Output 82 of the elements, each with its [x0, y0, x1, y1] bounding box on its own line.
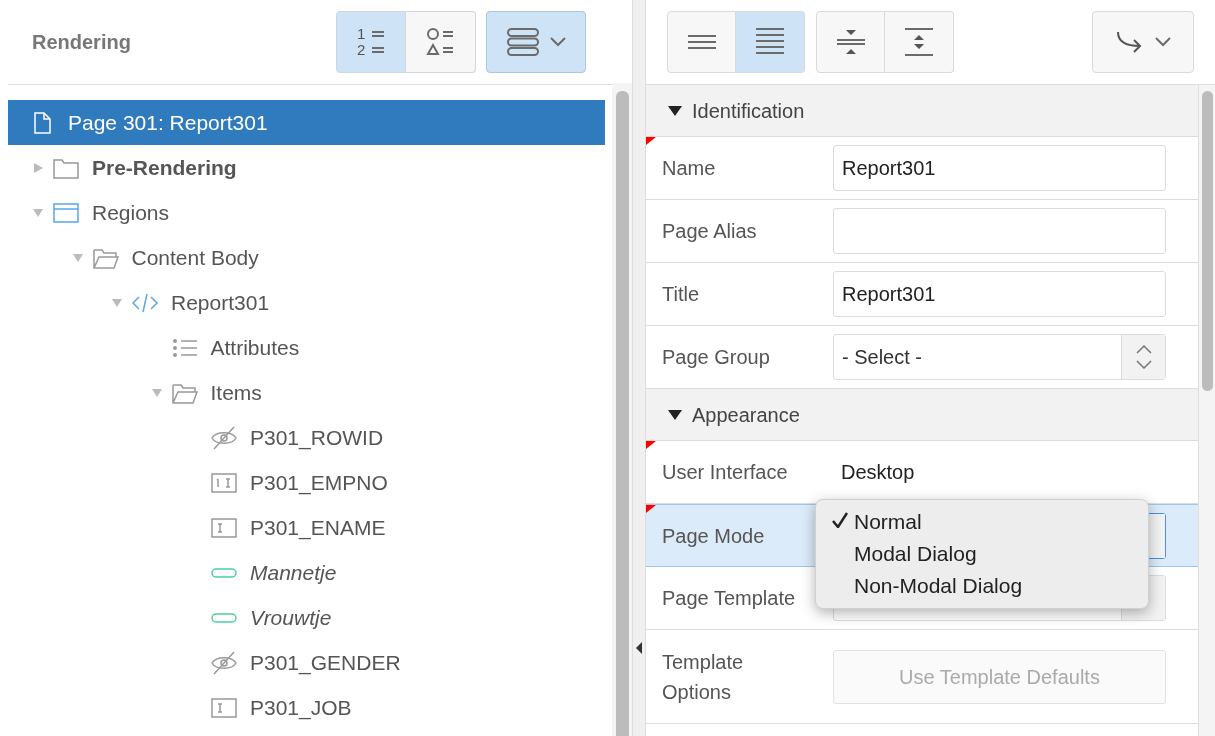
property-label: Page Group: [662, 345, 771, 370]
go-to-button[interactable]: [1092, 11, 1194, 73]
text-field-icon: [210, 695, 238, 720]
tree-label: Pre-Rendering: [92, 154, 237, 181]
property-label: Page Template: [662, 586, 797, 611]
scrollbar-thumb[interactable]: [1201, 91, 1213, 391]
select-field[interactable]: - Select -: [833, 334, 1166, 380]
property-label: Page Mode: [662, 523, 766, 549]
caret-down-icon[interactable]: [111, 296, 123, 309]
caret-right-icon[interactable]: [32, 161, 44, 174]
text-field[interactable]: Report301: [833, 271, 1166, 317]
lines-icon: [685, 32, 718, 52]
up-down-caret-icon: [1135, 345, 1152, 369]
toolbar-button[interactable]: [736, 11, 805, 73]
stack-icon: [506, 26, 540, 58]
tree-item[interactable]: Mannetje: [8, 550, 605, 595]
tree-label: P301_EMPNO: [250, 469, 388, 497]
property-label: Title: [662, 282, 701, 307]
tree-label: Page 301: Report301: [68, 109, 268, 136]
tree-item[interactable]: Items: [8, 370, 605, 415]
dense-lines-icon: [754, 27, 786, 57]
tree-item[interactable]: Page 301: Report301: [8, 100, 605, 145]
property-label: Name: [662, 156, 717, 181]
menu-option[interactable]: Modal Dialog: [816, 537, 1148, 570]
eye-slash-icon: [210, 425, 238, 450]
expand-icon: [903, 27, 935, 57]
tree-label: Attributes: [210, 334, 300, 361]
panel-title: Rendering: [32, 30, 132, 55]
select-value: - Select -: [841, 345, 924, 370]
tree-label: P301_ENAME: [250, 514, 386, 542]
tree-label: P301_GENDER: [250, 649, 401, 677]
tree-item[interactable]: Regions: [8, 190, 605, 235]
tree-label: P301_JOB: [250, 694, 352, 722]
property-label: User Interface: [662, 460, 789, 485]
caret-down-icon[interactable]: [71, 251, 84, 264]
tree-item[interactable]: P301_ROWID: [8, 415, 605, 460]
chevron-down-icon: [1155, 37, 1171, 47]
tree-item[interactable]: P301_EMPNO: [8, 460, 605, 505]
tree-label: Items: [210, 379, 262, 406]
toolbar-button[interactable]: [816, 11, 885, 73]
caret-down-icon: [668, 104, 682, 117]
caret-down-icon[interactable]: [150, 386, 163, 399]
tree-item[interactable]: P301_GENDER: [8, 640, 605, 685]
view-toggle-button[interactable]: [406, 11, 476, 73]
caret-down-icon: [668, 408, 682, 421]
menu-option[interactable]: Normal: [816, 505, 1148, 538]
section-title: Identification: [692, 98, 805, 124]
menu-option[interactable]: Non-Modal Dialog: [816, 569, 1148, 602]
tree-label: Report301: [171, 289, 270, 316]
property-label: Template Options: [662, 649, 745, 705]
layout-menu-button[interactable]: [486, 11, 586, 73]
tree-item[interactable]: Vrouwtje: [8, 595, 605, 640]
window-icon: [52, 200, 80, 225]
section-header[interactable]: Identification: [646, 85, 1198, 137]
tree-item[interactable]: P301_JOB: [8, 685, 605, 730]
text-field[interactable]: Report301: [833, 145, 1166, 191]
tree-label: Vrouwtje: [250, 604, 332, 631]
property-label: Page Alias: [662, 219, 758, 244]
view-toggle-button[interactable]: 1 2: [336, 11, 406, 73]
tree-label: P301_ROWID: [250, 424, 384, 452]
text-field-icon: [210, 515, 238, 540]
toolbar-button[interactable]: [667, 11, 736, 73]
chevron-down-icon: [550, 37, 566, 47]
tree-item[interactable]: P301_ENAME: [8, 505, 605, 550]
text-field[interactable]: [833, 208, 1166, 254]
section-title: Appearance: [692, 402, 800, 428]
tree-label: Regions: [92, 199, 170, 226]
collapse-icon: [834, 27, 867, 57]
scrollbar-thumb[interactable]: [615, 91, 629, 736]
tree-item[interactable]: Pre-Rendering: [8, 145, 605, 190]
tree-item[interactable]: Attributes: [8, 325, 605, 370]
tree-item[interactable]: Content Body: [8, 235, 605, 280]
number-field-icon: [210, 470, 238, 495]
field-value: Desktop: [840, 461, 916, 483]
section-header[interactable]: Appearance: [646, 389, 1198, 441]
caret-left-icon[interactable]: [636, 642, 642, 654]
toolbar-button[interactable]: [885, 11, 954, 73]
tree-label: Mannetje: [250, 559, 337, 586]
eye-slash-icon: [210, 650, 238, 675]
caret-down-icon[interactable]: [32, 206, 44, 219]
tree-label: Content Body: [131, 244, 259, 271]
tree-item[interactable]: Report301: [8, 280, 605, 325]
